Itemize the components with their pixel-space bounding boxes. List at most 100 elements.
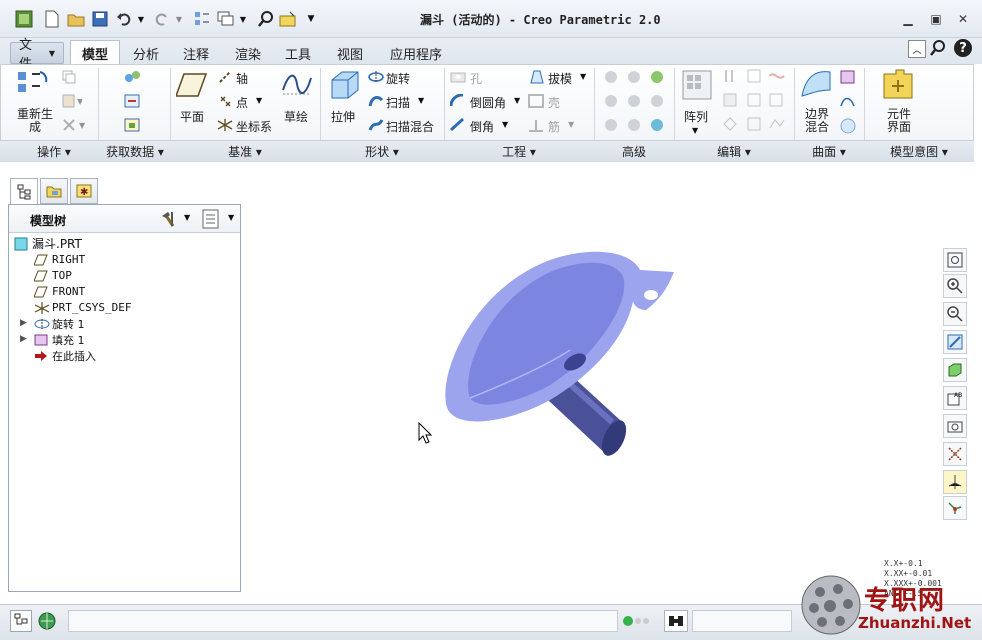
help-icon[interactable]: ? — [954, 39, 972, 57]
undo-icon[interactable] — [114, 9, 134, 29]
tab-file[interactable]: 文件▼ — [10, 38, 64, 72]
display-style-icon[interactable] — [943, 358, 967, 382]
component-interface-label[interactable]: 元件界面 — [884, 108, 914, 134]
tree-item-front[interactable]: FRONT — [34, 284, 85, 299]
tree-item-revolve[interactable]: 旋转 1 — [34, 316, 85, 331]
datum-display-icon[interactable] — [943, 442, 967, 466]
pattern-dropdown-icon[interactable]: ▼ — [692, 126, 698, 135]
sketch-label[interactable]: 草绘 — [284, 108, 308, 125]
shell-icon[interactable] — [528, 94, 544, 111]
tree-item-top[interactable]: TOP — [34, 268, 72, 283]
paste-icon[interactable]: ▼ — [62, 94, 84, 111]
spin-center-icon[interactable] — [943, 470, 967, 494]
tree-item-right[interactable]: RIGHT — [34, 252, 85, 267]
boundary-blend-label[interactable]: 边界混合 — [803, 108, 831, 134]
regenerate-quick-icon[interactable] — [192, 9, 212, 29]
find-icon[interactable] — [664, 610, 688, 632]
draft-label[interactable]: 拔模 — [548, 70, 572, 87]
tab-annotate[interactable]: 注释 — [174, 42, 218, 64]
round-label[interactable]: 倒圆角 — [470, 94, 506, 111]
customize-toolbar-icon[interactable]: ▼ — [304, 9, 318, 29]
funnel-model[interactable] — [430, 240, 690, 470]
search-icon[interactable] — [256, 9, 276, 29]
show-icon[interactable] — [202, 209, 220, 232]
tab-tools[interactable]: 工具 — [276, 42, 320, 64]
annotation-display-icon[interactable] — [943, 496, 967, 520]
close-window-folder-icon[interactable] — [278, 9, 298, 29]
tab-model[interactable]: 模型 — [70, 40, 120, 65]
group-model-intent[interactable]: 模型意图 ▾ — [866, 143, 972, 159]
axis-icon[interactable] — [218, 70, 232, 87]
toggle-browser-icon[interactable] — [36, 610, 58, 632]
rib-icon[interactable] — [528, 118, 544, 135]
regenerate-label[interactable]: 重新生成 — [15, 108, 55, 134]
plane-icon[interactable] — [174, 72, 208, 101]
round-dropdown-icon[interactable]: ▼ — [514, 96, 520, 105]
regenerate-icon[interactable] — [16, 68, 50, 105]
csys-icon[interactable] — [216, 117, 234, 136]
save-icon[interactable] — [90, 9, 110, 29]
swept-blend-label[interactable]: 扫描混合 — [386, 118, 434, 135]
repaint-icon[interactable] — [943, 330, 967, 354]
group-advanced[interactable]: 高级 — [596, 143, 672, 159]
tab-favorites[interactable]: ✱ — [70, 178, 98, 204]
sweep-icon[interactable] — [368, 94, 384, 111]
group-engineering[interactable]: 工程 ▾ — [446, 143, 592, 159]
rib-dropdown-icon[interactable]: ▼ — [568, 120, 574, 129]
hole-icon[interactable] — [450, 70, 466, 87]
boundary-blend-icon[interactable] — [800, 68, 832, 103]
copy-geometry-icon[interactable] — [124, 93, 142, 112]
refit-icon[interactable] — [943, 248, 967, 272]
delete-icon[interactable]: ▼ — [62, 118, 88, 135]
group-editing[interactable]: 编辑 ▾ — [676, 143, 792, 159]
style-icon[interactable] — [840, 118, 856, 137]
group-shapes[interactable]: 形状 ▾ — [322, 143, 442, 159]
view-manager-icon[interactable] — [943, 414, 967, 438]
redo-icon[interactable] — [152, 9, 172, 29]
open-file-icon[interactable] — [66, 9, 86, 29]
revolve-label[interactable]: 旋转 — [386, 70, 410, 87]
copy-icon[interactable] — [62, 70, 76, 87]
tab-applications[interactable]: 应用程序 — [378, 42, 454, 64]
chamfer-icon[interactable] — [449, 117, 466, 135]
tab-analysis[interactable]: 分析 — [124, 42, 168, 64]
chamfer-dropdown-icon[interactable]: ▼ — [502, 120, 508, 129]
tree-settings-icon[interactable] — [160, 210, 180, 231]
tree-item-fill[interactable]: 填充 1 — [34, 332, 85, 347]
new-file-icon[interactable] — [42, 9, 62, 29]
shell-label[interactable]: 壳 — [548, 94, 560, 111]
point-dropdown-icon[interactable]: ▼ — [256, 96, 262, 105]
point-icon[interactable] — [218, 94, 232, 111]
tree-item-part[interactable]: 漏斗.PRT — [14, 236, 82, 251]
zoom-out-icon[interactable] — [943, 302, 967, 326]
draft-icon[interactable] — [528, 70, 544, 87]
windows-dropdown-icon[interactable]: ▼ — [238, 9, 248, 29]
shrinkwrap-icon[interactable] — [124, 117, 142, 136]
group-surfaces[interactable]: 曲面 ▾ — [796, 143, 862, 159]
tree-settings-dropdown-icon[interactable]: ▼ — [184, 213, 190, 222]
user-defined-feature-icon[interactable] — [124, 69, 142, 88]
extrude-label[interactable]: 拉伸 — [331, 108, 355, 125]
sweep-dropdown-icon[interactable]: ▼ — [418, 96, 424, 105]
offset-surface-icon[interactable] — [840, 94, 856, 111]
tree-item-csys[interactable]: PRT_CSYS_DEF — [34, 300, 131, 315]
rib-label[interactable]: 筋 — [548, 118, 560, 135]
maximize-icon[interactable]: ▣ — [925, 10, 947, 28]
draft-dropdown-icon[interactable]: ▼ — [580, 72, 586, 81]
group-get-data[interactable]: 获取数据 ▾ — [100, 143, 170, 159]
help-search-icon[interactable] — [930, 40, 948, 58]
minimize-ribbon-icon[interactable]: ︿ — [908, 40, 926, 58]
sweep-label[interactable]: 扫描 — [386, 94, 410, 111]
app-logo-icon[interactable] — [14, 9, 34, 29]
tab-view[interactable]: 视图 — [328, 42, 372, 64]
group-operations[interactable]: 操作 ▾ — [14, 143, 94, 159]
sketch-icon[interactable] — [282, 72, 312, 101]
tree-item-insert-here[interactable]: 在此插入 — [34, 348, 96, 363]
group-datum[interactable]: 基准 ▾ — [172, 143, 318, 159]
selection-filter[interactable] — [692, 610, 792, 632]
windows-icon[interactable] — [216, 9, 236, 29]
revolve-icon[interactable] — [368, 70, 384, 87]
tab-render[interactable]: 渲染 — [226, 42, 270, 64]
chamfer-label[interactable]: 倒角 — [470, 118, 494, 135]
hole-label[interactable]: 孔 — [470, 70, 482, 87]
